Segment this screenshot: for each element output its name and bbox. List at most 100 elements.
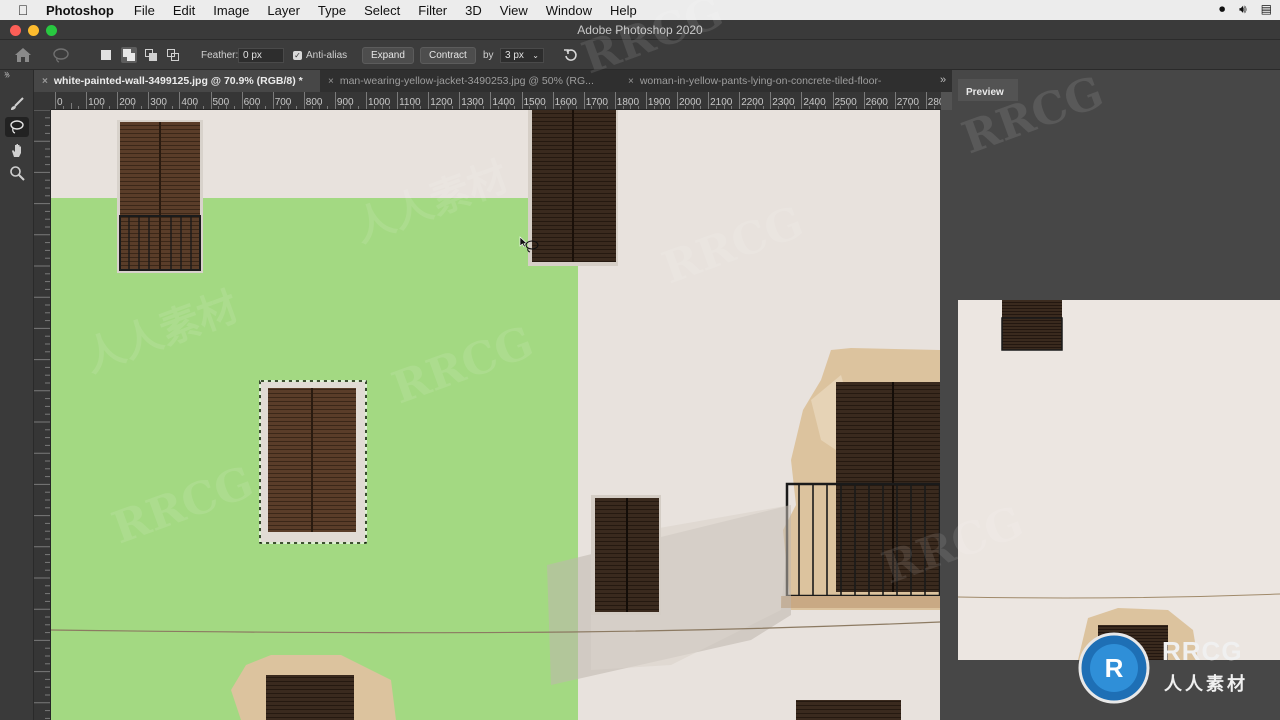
ruler-minor-tick (389, 106, 391, 109)
options-bar: Feather: 0 px ✓ Anti-alias Expand Contra… (0, 40, 1280, 70)
ruler-label: 2600 (865, 97, 888, 108)
document-tabs: » × white-painted-wall-3499125.jpg @ 70.… (4, 68, 952, 92)
close-tab-icon[interactable]: × (42, 76, 48, 87)
window-top-left (117, 120, 203, 273)
menu-filter[interactable]: Filter (418, 3, 447, 18)
ruler-minor-tick (723, 103, 725, 109)
ruler-minor-tick (879, 103, 881, 109)
ruler-major-tick (179, 92, 181, 109)
menu-app-name[interactable]: Photoshop (46, 3, 114, 18)
close-tab-icon[interactable]: × (328, 76, 334, 87)
ruler-minor-tick (544, 106, 546, 109)
hand-tool-icon[interactable] (5, 140, 29, 160)
close-tab-icon[interactable]: × (628, 76, 634, 87)
ruler-minor-tick (233, 106, 235, 109)
checkmark-icon: ✓ (293, 50, 302, 60)
ruler-minor-tick (78, 106, 80, 109)
tab-woman-in-yellow-pants[interactable]: × woman-in-yellow-pants-lying-on-concret… (620, 70, 926, 92)
ruler-major-tick (645, 92, 647, 109)
add-to-selection-icon[interactable] (121, 40, 137, 70)
lasso-tool-icon[interactable] (5, 117, 29, 137)
menu-file[interactable]: File (134, 3, 155, 18)
apple-icon[interactable]:  (0, 2, 46, 18)
menu-help[interactable]: Help (610, 3, 637, 18)
preview-tab[interactable]: Preview (958, 79, 1018, 101)
ruler-major-tick (708, 92, 710, 109)
rrcg-logo-subtext: 人人素材 (1164, 674, 1248, 695)
new-selection-icon[interactable] (101, 40, 111, 70)
window-middle-selected (259, 380, 367, 544)
preview-image-content (958, 300, 1280, 660)
tab-white-painted-wall[interactable]: × white-painted-wall-3499125.jpg @ 70.9%… (34, 70, 320, 92)
window-bottom-right (796, 700, 901, 720)
ruler-label: 1700 (585, 97, 608, 108)
document-canvas[interactable] (51, 110, 940, 720)
menu-select[interactable]: Select (364, 3, 400, 18)
collapse-panel-icon[interactable]: » (4, 68, 9, 78)
menu-edit[interactable]: Edit (173, 3, 195, 18)
ruler-major-tick (366, 92, 367, 109)
home-icon[interactable] (14, 40, 32, 70)
intersect-selection-icon[interactable] (167, 40, 179, 70)
ruler-minor-tick (809, 106, 811, 109)
ruler-minor-tick (381, 103, 383, 109)
ruler-minor-tick (358, 106, 360, 109)
record-icon[interactable]: ⏺ (1219, 2, 1225, 17)
menu-3d[interactable]: 3D (465, 3, 482, 18)
ruler-major-tick (428, 92, 430, 109)
ruler-minor-tick (692, 103, 694, 109)
ruler-corner (34, 92, 51, 110)
ruler-minor-tick (599, 103, 601, 109)
volume-icon[interactable]: 🔊︎ (1239, 2, 1247, 17)
ruler-minor-tick (218, 106, 220, 109)
notification-icon[interactable]: ▤ (1261, 2, 1272, 17)
reset-icon[interactable] (563, 40, 579, 70)
antialias-checkbox[interactable]: ✓ Anti-alias (293, 40, 347, 70)
ruler-minor-tick (467, 106, 469, 109)
ruler-minor-tick (451, 106, 453, 109)
tab-label: man-wearing-yellow-jacket-3490253.jpg @ … (339, 75, 594, 87)
ruler-label: 2700 (896, 97, 919, 108)
more-tabs-icon[interactable]: » (940, 74, 946, 86)
ruler-minor-tick (171, 106, 173, 109)
ruler-minor-tick (886, 106, 888, 109)
vertical-scrollbar[interactable] (940, 110, 952, 720)
menu-window[interactable]: Window (546, 3, 592, 18)
feather-input[interactable]: 0 px (238, 47, 284, 63)
chevron-down-icon: ⌄ (532, 50, 539, 60)
ruler-label: 2300 (772, 97, 795, 108)
subtract-from-selection-icon[interactable] (145, 40, 157, 70)
ruler-minor-tick (140, 106, 142, 109)
ruler-major-tick (86, 92, 88, 109)
ruler-minor-tick (910, 103, 912, 109)
canvas-image (51, 110, 940, 720)
window-title: Adobe Photoshop 2020 (577, 23, 703, 37)
ruler-major-tick (925, 92, 927, 109)
menu-view[interactable]: View (500, 3, 528, 18)
ruler-major-tick (770, 92, 772, 109)
ruler-minor-tick (482, 106, 484, 109)
brush-tool-icon[interactable] (5, 94, 29, 114)
ruler-minor-tick (93, 106, 95, 109)
menu-bar:  Photoshop File Edit Image Layer Type S… (0, 0, 1280, 20)
zoom-tool-icon[interactable] (5, 163, 29, 183)
contract-button[interactable]: Contract (420, 46, 476, 64)
by-amount-value: 3 px (505, 49, 524, 61)
ruler-minor-tick (435, 106, 437, 109)
expand-button[interactable]: Expand (362, 46, 414, 64)
by-amount-select[interactable]: 3 px ⌄ (500, 47, 544, 63)
ruler-minor-tick (902, 106, 904, 109)
ruler-minor-tick (630, 103, 632, 109)
ruler-minor-tick (653, 106, 655, 109)
ruler-label: 1600 (554, 97, 577, 108)
lasso-preset-icon[interactable] (52, 40, 74, 70)
ruler-major-tick (148, 92, 150, 109)
menu-image[interactable]: Image (213, 3, 249, 18)
ruler-minor-tick (505, 103, 507, 109)
menu-type[interactable]: Type (318, 3, 346, 18)
ruler-major-tick (55, 92, 56, 109)
ruler-label: 2400 (803, 97, 826, 108)
ruler-minor-tick (731, 106, 733, 109)
menu-layer[interactable]: Layer (267, 3, 300, 18)
tab-man-wearing-yellow-jacket[interactable]: × man-wearing-yellow-jacket-3490253.jpg … (320, 70, 620, 92)
